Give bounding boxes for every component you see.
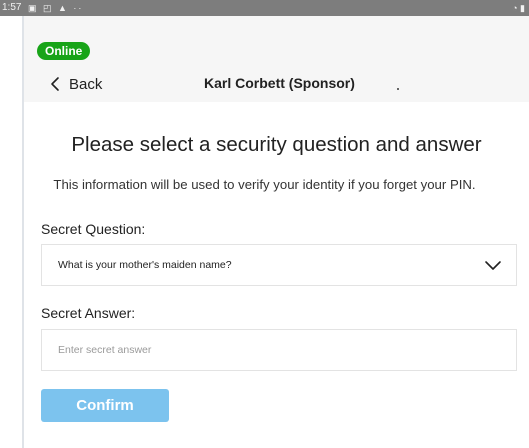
header-title: Karl Corbett (Sponsor) — [204, 75, 355, 91]
back-label: Back — [69, 75, 103, 93]
confirm-button[interactable]: Confirm — [41, 389, 169, 422]
system-status-icons: ◔ ▮ — [512, 3, 525, 13]
app-header: Online Back Karl Corbett (Sponsor) — [24, 16, 529, 102]
page-title: Please select a security question and an… — [71, 133, 482, 156]
secret-answer-label: Secret Answer: — [41, 305, 136, 321]
notification-icons: ▣ ◰ ▲ ·· — [28, 3, 84, 13]
back-button[interactable]: Back — [47, 74, 102, 94]
secret-question-select[interactable]: What is your mother's maiden name? — [41, 244, 517, 286]
chevron-left-icon — [51, 77, 59, 91]
header-dot — [397, 88, 399, 90]
secret-question-label: Secret Question: — [41, 221, 146, 237]
page-subtitle: This information will be used to verify … — [53, 177, 476, 192]
chevron-down-icon — [485, 261, 501, 270]
online-status-badge: Online — [37, 42, 91, 60]
secret-question-value: What is your mother's maiden name? — [58, 259, 232, 271]
secret-answer-input[interactable] — [41, 329, 517, 371]
status-bar: 1:57 ▣ ◰ ▲ ·· ◔ ▮ — [0, 0, 529, 16]
status-time: 1:57 — [2, 2, 22, 13]
